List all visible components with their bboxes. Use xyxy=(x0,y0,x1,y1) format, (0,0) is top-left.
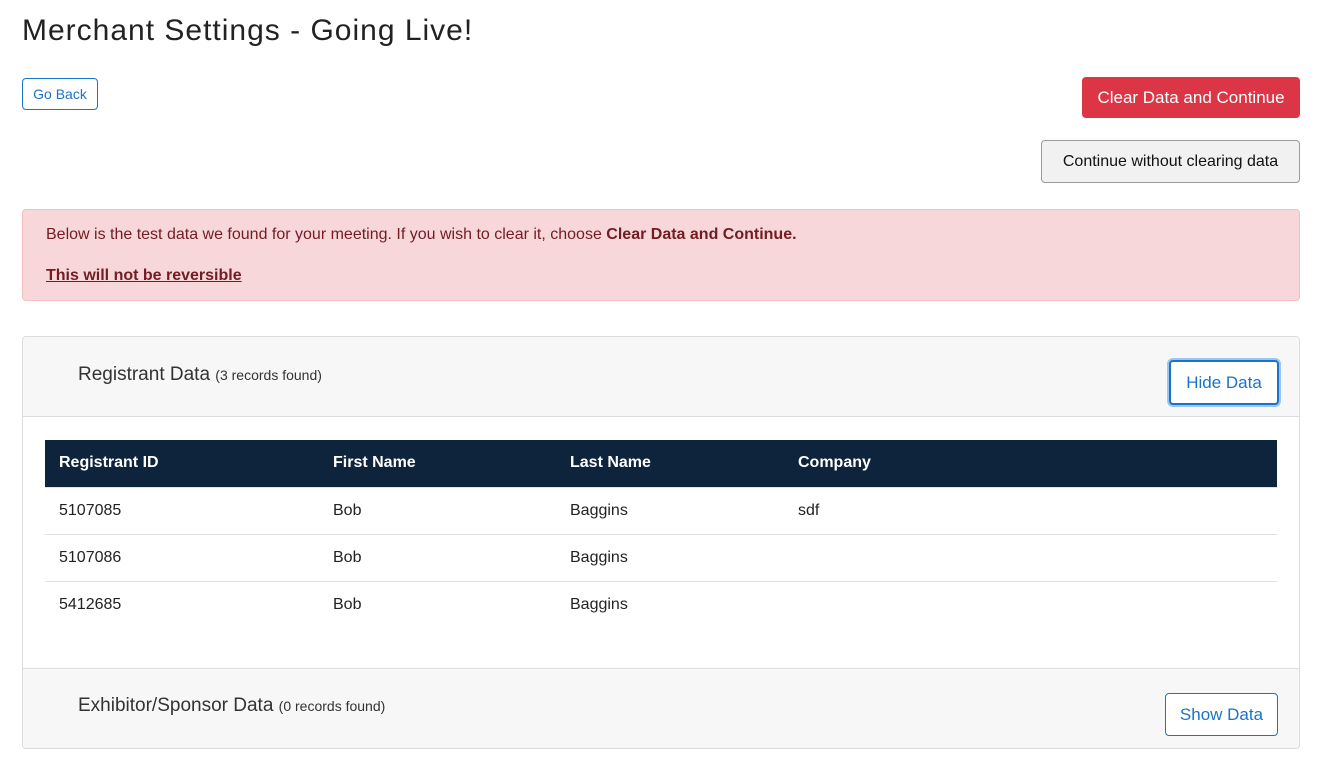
registrant-id-cell: 5412685 xyxy=(45,580,319,628)
exhibitor-data-title-text: Exhibitor/Sponsor Data xyxy=(78,695,274,716)
column-header-first-name: First Name xyxy=(319,440,556,487)
warning-alert: Below is the test data we found for your… xyxy=(22,209,1300,301)
last-name-cell: Baggins xyxy=(556,580,784,628)
column-header-last-name: Last Name xyxy=(556,440,784,487)
hide-data-button[interactable]: Hide Data xyxy=(1169,360,1279,405)
table-header-row: Registrant ID First Name Last Name Compa… xyxy=(45,440,1277,487)
alert-message: Below is the test data we found for your… xyxy=(46,226,797,244)
table-row: 5107086 Bob Baggins xyxy=(45,533,1277,581)
first-name-cell: Bob xyxy=(319,580,556,628)
registrant-id-cell: 5107085 xyxy=(45,486,319,534)
registrant-data-header: Registrant Data (3 records found) Hide D… xyxy=(23,337,1299,417)
company-cell xyxy=(784,580,1277,628)
last-name-cell: Baggins xyxy=(556,486,784,534)
go-back-button[interactable]: Go Back xyxy=(22,78,98,110)
last-name-cell: Baggins xyxy=(556,533,784,581)
continue-without-clearing-button[interactable]: Continue without clearing data xyxy=(1041,140,1300,183)
first-name-cell: Bob xyxy=(319,533,556,581)
clear-data-continue-button[interactable]: Clear Data and Continue xyxy=(1082,77,1300,118)
show-data-button[interactable]: Show Data xyxy=(1165,693,1278,736)
column-header-company: Company xyxy=(784,440,1277,487)
test-data-card: Registrant Data (3 records found) Hide D… xyxy=(22,336,1300,749)
company-cell: sdf xyxy=(784,486,1277,534)
page-title: Merchant Settings - Going Live! xyxy=(22,14,474,47)
exhibitor-data-header: Exhibitor/Sponsor Data (0 records found)… xyxy=(23,668,1299,748)
registrant-data-title: Registrant Data (3 records found) xyxy=(78,364,322,386)
table-row: 5412685 Bob Baggins xyxy=(45,580,1277,628)
registrant-record-count: (3 records found) xyxy=(215,367,322,383)
registrant-table: Registrant ID First Name Last Name Compa… xyxy=(45,440,1277,628)
table-row: 5107085 Bob Baggins sdf xyxy=(45,486,1277,534)
alert-irreversible-warning: This will not be reversible xyxy=(46,267,242,284)
column-header-registrant-id: Registrant ID xyxy=(45,440,319,487)
exhibitor-record-count: (0 records found) xyxy=(278,698,386,714)
registrant-data-title-text: Registrant Data xyxy=(78,364,211,385)
alert-message-text: Below is the test data we found for your… xyxy=(46,226,607,243)
alert-message-emphasis: Clear Data and Continue. xyxy=(606,226,797,243)
company-cell xyxy=(784,533,1277,581)
exhibitor-data-title: Exhibitor/Sponsor Data (0 records found) xyxy=(78,695,385,717)
first-name-cell: Bob xyxy=(319,486,556,534)
registrant-id-cell: 5107086 xyxy=(45,533,319,581)
